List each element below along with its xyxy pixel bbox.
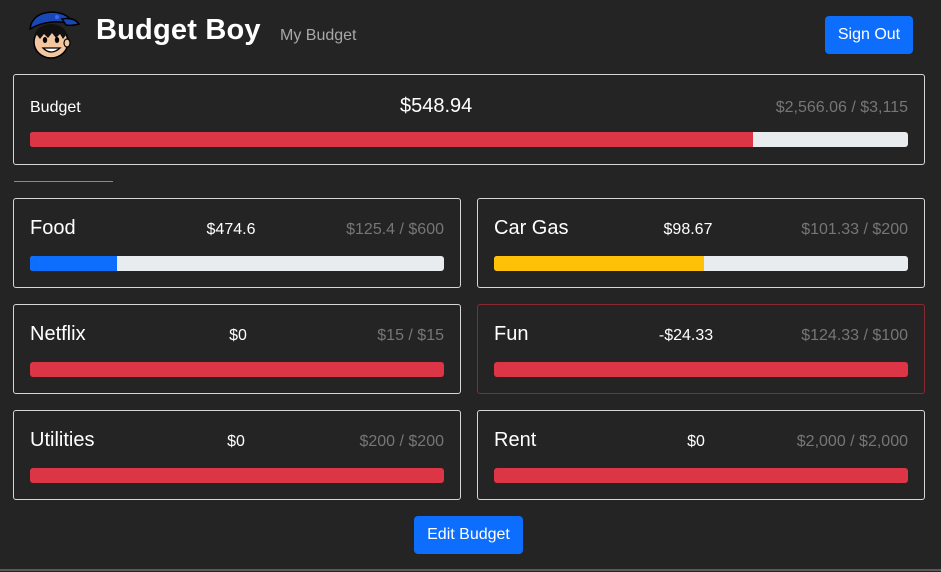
category-card-utilities: Utilities $0 $200 / $200	[13, 410, 461, 500]
category-progress-bar	[494, 468, 908, 483]
category-progress-fill	[494, 256, 704, 271]
category-progress-bar	[30, 468, 444, 483]
brand-title[interactable]: Budget Boy	[96, 14, 261, 47]
divider	[14, 181, 113, 182]
category-progress-fill	[30, 362, 444, 377]
category-progress-fill	[494, 362, 908, 377]
category-card-rent: Rent $0 $2,000 / $2,000	[477, 410, 925, 500]
category-spent-of-total: $200 / $200	[359, 433, 444, 450]
category-progress-bar	[30, 362, 444, 377]
category-spent-of-total: $101.33 / $200	[801, 221, 908, 238]
budget-spent-of-total: $2,566.06 / $3,115	[775, 99, 908, 116]
category-spent-of-total: $2,000 / $2,000	[796, 433, 908, 450]
category-spent-of-total: $15 / $15	[377, 327, 444, 344]
budget-progress-fill	[30, 132, 754, 147]
category-progress-fill	[30, 256, 117, 271]
budget-progress-bar	[30, 132, 908, 147]
edit-budget-button[interactable]: Edit Budget	[414, 516, 523, 554]
budget-boy-logo[interactable]	[26, 9, 81, 61]
category-card-netflix: Netflix $0 $15 / $15	[13, 304, 461, 394]
category-progress-bar	[30, 256, 444, 271]
category-progress-bar	[494, 256, 908, 271]
sign-out-button[interactable]: Sign Out	[825, 16, 913, 54]
category-spent-of-total: $125.4 / $600	[346, 221, 444, 238]
navbar: Budget Boy My Budget Sign Out	[0, 0, 941, 70]
budget-label: Budget	[30, 99, 81, 116]
overall-budget-card: Budget $548.94 $2,566.06 / $3,115	[13, 74, 925, 165]
bottom-border	[0, 569, 941, 571]
category-card-fun: Fun -$24.33 $124.33 / $100	[477, 304, 925, 394]
budget-remaining: $548.94	[400, 95, 473, 117]
nav-link-my-budget[interactable]: My Budget	[280, 27, 356, 45]
category-spent-of-total: $124.33 / $100	[801, 327, 908, 344]
category-card-food: Food $474.6 $125.4 / $600	[13, 198, 461, 288]
category-progress-bar	[494, 362, 908, 377]
category-card-car-gas: Car Gas $98.67 $101.33 / $200	[477, 198, 925, 288]
category-progress-fill	[30, 468, 444, 483]
category-progress-fill	[494, 468, 908, 483]
